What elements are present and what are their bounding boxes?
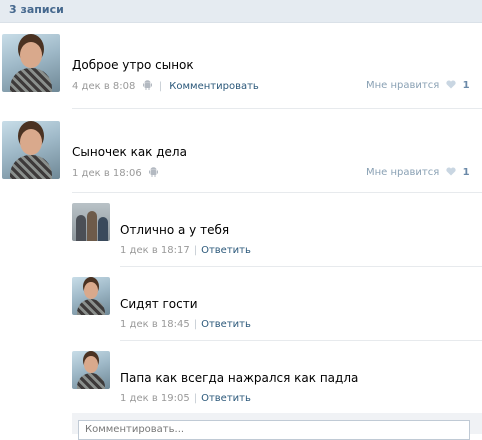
avatar-face xyxy=(84,356,98,373)
android-icon xyxy=(142,80,152,90)
reply-date[interactable]: 1 дек в 18:17 xyxy=(120,245,190,256)
like-label: Мне нравится xyxy=(366,167,440,178)
comment-link[interactable]: Комментировать xyxy=(169,81,259,92)
avatar-person xyxy=(76,215,86,241)
post-date[interactable]: 4 дек в 8:08 xyxy=(72,81,135,92)
avatar-body xyxy=(10,155,52,179)
reply-text: Папа как всегда нажрался как падла xyxy=(120,371,359,385)
reply-text: Отлично а у тебя xyxy=(120,223,230,237)
post-meta: 1 дек в 18:06 xyxy=(72,167,158,179)
reply-avatar[interactable] xyxy=(72,277,110,315)
meta-separator: | xyxy=(193,393,198,404)
avatar-person xyxy=(87,211,97,241)
reply-avatar[interactable] xyxy=(72,351,110,389)
reply-date[interactable]: 1 дек в 18:45 xyxy=(120,319,190,330)
post-text: Сыночек как дела xyxy=(72,145,187,159)
reply-meta: 1 дек в 18:45 | Ответить xyxy=(120,319,251,330)
comment-input[interactable]: Комментировать... xyxy=(78,420,470,440)
wall-header: 3 записи xyxy=(0,0,482,23)
meta-separator: | xyxy=(193,319,198,330)
posts-count-title[interactable]: 3 записи xyxy=(9,3,64,16)
post-divider xyxy=(72,108,482,109)
post-divider xyxy=(72,192,482,193)
android-icon xyxy=(148,167,158,177)
reply-meta: 1 дек в 18:17 | Ответить xyxy=(120,245,251,256)
reply-text: Сидят гости xyxy=(120,297,198,311)
avatar-body xyxy=(10,68,52,92)
post-avatar[interactable] xyxy=(2,34,60,92)
reply-date[interactable]: 1 дек в 19:05 xyxy=(120,393,190,404)
post-meta: 4 дек в 8:08 | Комментировать xyxy=(72,80,259,92)
heart-icon xyxy=(446,80,457,89)
heart-icon xyxy=(446,167,457,176)
comment-box: Комментировать... xyxy=(72,413,482,440)
meta-separator: | xyxy=(193,245,198,256)
post-date[interactable]: 1 дек в 18:06 xyxy=(72,168,142,179)
like-button[interactable]: Мне нравится 1 xyxy=(366,167,470,178)
avatar-person xyxy=(98,217,108,241)
avatar-body xyxy=(77,373,105,389)
reply-link[interactable]: Ответить xyxy=(201,245,251,256)
avatar-body xyxy=(77,299,105,315)
reply-divider xyxy=(120,266,482,267)
meta-separator: | xyxy=(158,81,163,92)
post-avatar[interactable] xyxy=(2,121,60,179)
reply-link[interactable]: Ответить xyxy=(201,319,251,330)
like-button[interactable]: Мне нравится 1 xyxy=(366,80,470,91)
like-count: 1 xyxy=(462,167,470,178)
avatar-face xyxy=(20,42,42,68)
avatar-face xyxy=(84,282,98,299)
post-text: Доброе утро сынок xyxy=(72,58,194,72)
reply-meta: 1 дек в 19:05 | Ответить xyxy=(120,393,251,404)
reply-link[interactable]: Ответить xyxy=(201,393,251,404)
avatar-face xyxy=(20,129,42,155)
reply-divider xyxy=(120,340,482,341)
reply-avatar[interactable] xyxy=(72,203,110,241)
like-count: 1 xyxy=(462,80,470,91)
like-label: Мне нравится xyxy=(366,80,440,91)
